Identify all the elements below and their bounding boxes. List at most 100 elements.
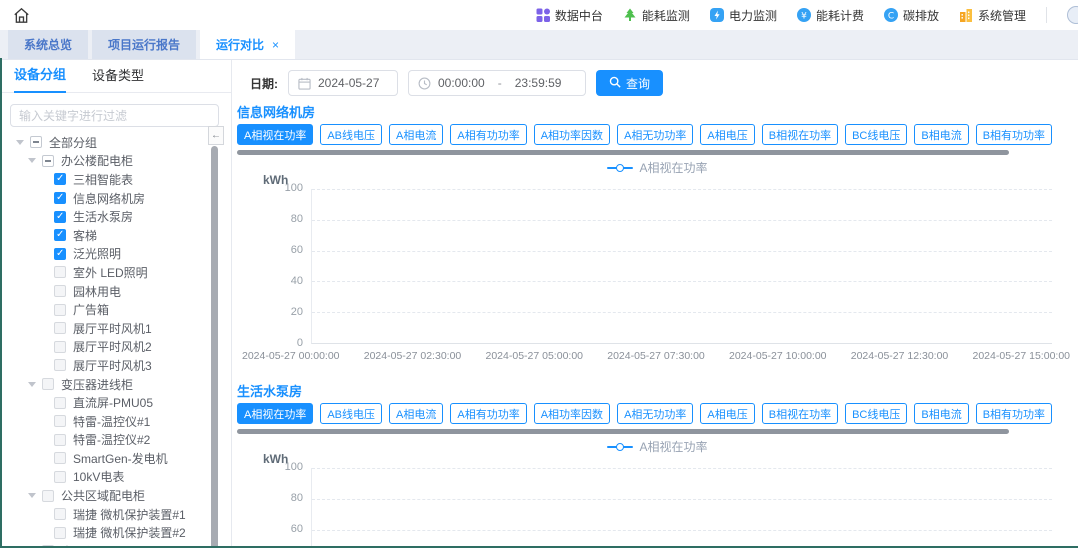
tree-scrollbar[interactable] — [211, 146, 218, 548]
tree-item[interactable]: 广告箱 — [0, 300, 231, 319]
metric-button[interactable]: A相功率因数 — [534, 124, 610, 145]
checkbox[interactable] — [54, 229, 66, 241]
metric-button[interactable]: A相无功功率 — [617, 403, 693, 424]
metric-button[interactable]: B相电流 — [914, 403, 968, 424]
nav-energy-monitor[interactable]: 能耗监测 — [623, 7, 690, 24]
tree-item[interactable]: 瑞捷 微机保护装置#1 — [0, 505, 231, 524]
tree-filter-input[interactable] — [10, 104, 219, 127]
time-range-picker[interactable]: 00:00:00 - 23:59:59 — [408, 70, 586, 96]
tree-item[interactable]: 展厅平时风机3 — [0, 356, 231, 375]
caret-down-icon[interactable] — [28, 493, 36, 498]
metric-button[interactable]: A相有功功率 — [450, 124, 526, 145]
nav-power-monitor[interactable]: 电力监测 — [710, 7, 777, 24]
checkbox[interactable] — [54, 211, 66, 223]
home-icon — [12, 6, 31, 25]
checkbox[interactable] — [42, 155, 54, 167]
nav-system-management[interactable]: 系统管理 — [959, 7, 1026, 24]
tree-item[interactable]: 客梯 — [0, 226, 231, 245]
tab-project-report[interactable]: 项目运行报告 — [92, 30, 196, 59]
checkbox[interactable] — [54, 322, 66, 334]
checkbox[interactable] — [54, 304, 66, 316]
sidebar-collapse-button[interactable]: ← — [208, 126, 224, 145]
checkbox[interactable] — [54, 508, 66, 520]
checkbox[interactable] — [54, 415, 66, 427]
metric-button[interactable]: B相有功功率 — [976, 403, 1052, 424]
tree-item[interactable]: 直流屏-PMU05 — [0, 393, 231, 412]
tab-device-group[interactable]: 设备分组 — [14, 64, 66, 93]
checkbox[interactable] — [54, 471, 66, 483]
tree-item[interactable]: 特雷-温控仪#1 — [0, 412, 231, 431]
checkbox[interactable] — [54, 266, 66, 278]
metric-button[interactable]: A相有功功率 — [450, 403, 526, 424]
tree-item[interactable]: 全部分组 — [0, 133, 231, 152]
checkbox[interactable] — [54, 452, 66, 464]
nav-divider — [1046, 7, 1047, 23]
tree-item[interactable]: 瑞捷 微机保护装置#2 — [0, 523, 231, 542]
checkbox[interactable] — [54, 248, 66, 260]
metric-button[interactable]: BC线电压 — [845, 403, 907, 424]
tree-item[interactable]: 10kV电表 — [0, 468, 231, 487]
metric-button[interactable]: BC线电压 — [845, 124, 907, 145]
tab-run-comparison[interactable]: 运行对比 × — [200, 30, 295, 59]
checkbox[interactable] — [54, 527, 66, 539]
legend-item[interactable]: A相视在功率 — [607, 438, 707, 455]
metric-button[interactable]: B相视在功率 — [762, 124, 838, 145]
tree-item[interactable]: 公共区域配电柜 — [0, 486, 231, 505]
checkbox[interactable] — [54, 434, 66, 446]
metric-button[interactable]: AB线电压 — [320, 403, 382, 424]
time-end-value: 23:59:59 — [515, 76, 562, 90]
nav-energy-billing[interactable]: ¥ 能耗计费 — [797, 7, 864, 24]
tree-item[interactable]: 特雷-温控仪#2 — [0, 431, 231, 450]
checkbox[interactable] — [54, 192, 66, 204]
caret-down-icon[interactable] — [28, 382, 36, 387]
checkbox[interactable] — [42, 490, 54, 502]
caret-down-icon[interactable] — [16, 140, 24, 145]
metric-row-scrollbar[interactable] — [237, 150, 1009, 155]
checkbox[interactable] — [42, 378, 54, 390]
tree-item[interactable]: 展厅平时风机2 — [0, 338, 231, 357]
metric-button[interactable]: A相视在功率 — [237, 403, 313, 424]
tab-device-type[interactable]: 设备类型 — [92, 65, 144, 92]
home-button[interactable] — [10, 4, 32, 26]
metric-button[interactable]: A相电流 — [389, 124, 443, 145]
metric-button[interactable]: B相视在功率 — [762, 403, 838, 424]
metric-button[interactable]: A相视在功率 — [237, 124, 313, 145]
checkbox[interactable] — [54, 285, 66, 297]
metric-button[interactable]: A相电流 — [389, 403, 443, 424]
tree-item[interactable]: 信息网络机房 — [0, 189, 231, 208]
metric-button[interactable]: A相电压 — [700, 403, 754, 424]
metric-button[interactable]: AB线电压 — [320, 124, 382, 145]
metric-row-scrollbar[interactable] — [237, 429, 1009, 434]
query-button[interactable]: 查询 — [596, 70, 663, 96]
close-icon[interactable]: × — [272, 38, 279, 52]
checkbox[interactable] — [54, 397, 66, 409]
tree-item[interactable]: 生活水泵房 — [0, 207, 231, 226]
checkbox[interactable] — [54, 341, 66, 353]
chart-legend: A相视在功率 — [237, 438, 1078, 455]
tree-item[interactable]: 展厅平时风机1 — [0, 319, 231, 338]
metric-button[interactable]: A相无功功率 — [617, 124, 693, 145]
legend-label: A相视在功率 — [639, 438, 707, 455]
y-tick: 60 — [237, 523, 303, 535]
tree-item[interactable]: 泛光照明 — [0, 245, 231, 264]
metric-button[interactable]: A相功率因数 — [534, 403, 610, 424]
user-avatar[interactable] — [1067, 6, 1078, 24]
tree-item[interactable]: 室外 LED照明 — [0, 263, 231, 282]
legend-item[interactable]: A相视在功率 — [607, 159, 707, 176]
tree-item[interactable]: 变压器进线柜 — [0, 375, 231, 394]
metric-button[interactable]: B相电流 — [914, 124, 968, 145]
checkbox[interactable] — [54, 359, 66, 371]
nav-data-platform[interactable]: 数据中台 — [536, 7, 603, 24]
checkbox[interactable] — [30, 136, 42, 148]
metric-button[interactable]: A相电压 — [700, 124, 754, 145]
date-picker[interactable]: 2024-05-27 — [288, 70, 398, 96]
metric-button[interactable]: B相有功功率 — [976, 124, 1052, 145]
tree-item[interactable]: 园林用电 — [0, 282, 231, 301]
nav-carbon-emission[interactable]: C 碳排放 — [884, 7, 939, 24]
tab-system-overview[interactable]: 系统总览 — [8, 30, 88, 59]
tree-item[interactable]: SmartGen-发电机 — [0, 449, 231, 468]
caret-down-icon[interactable] — [28, 158, 36, 163]
tree-item[interactable]: 三相智能表 — [0, 170, 231, 189]
checkbox[interactable] — [54, 173, 66, 185]
tree-item[interactable]: 办公楼配电柜 — [0, 152, 231, 171]
